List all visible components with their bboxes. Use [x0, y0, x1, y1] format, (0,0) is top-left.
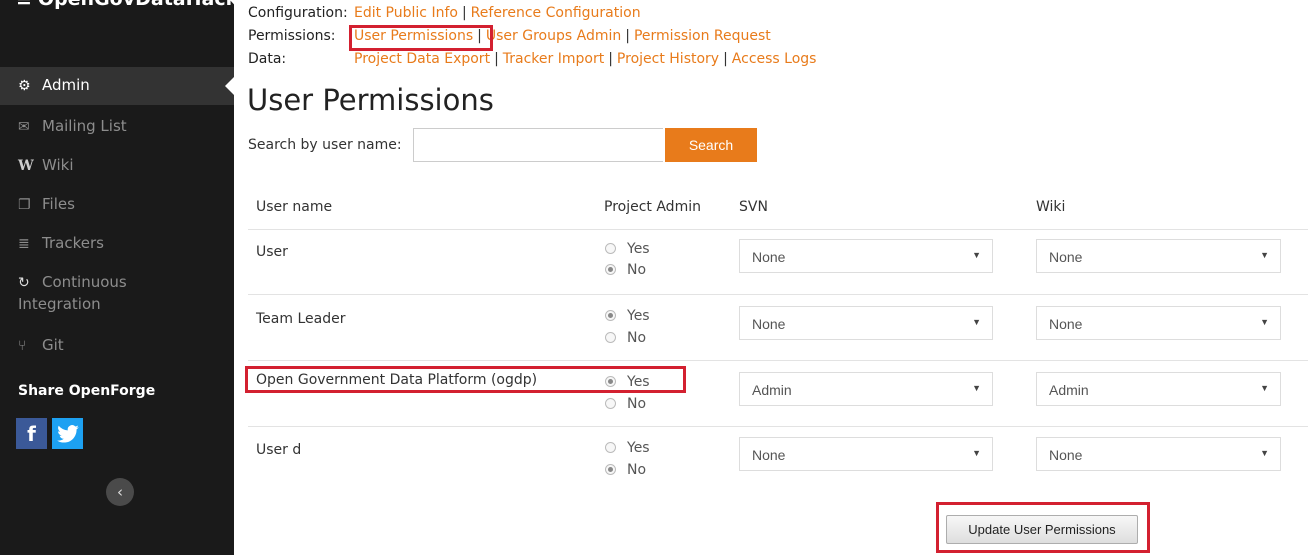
twitter-bird-icon — [56, 424, 79, 443]
radio-circle — [605, 398, 616, 409]
column-header-wiki: Wiki — [1036, 199, 1066, 215]
column-header-svn: SVN — [739, 199, 768, 215]
column-header-project-admin: Project Admin — [604, 199, 701, 215]
share-title: Share OpenForge — [18, 383, 156, 399]
project-admin-yes-radio[interactable]: Yes — [605, 308, 650, 324]
wiki-select[interactable]: None ▼ — [1036, 239, 1281, 273]
collapse-sidebar-button[interactable]: ‹ — [106, 478, 134, 506]
sidebar-item-continuous-integration[interactable]: ↻ Continuous — [18, 273, 127, 291]
sidebar-item-git[interactable]: ⑂ Git — [18, 336, 64, 354]
project-admin-yes-radio[interactable]: Yes — [605, 440, 650, 456]
row-divider — [248, 426, 1308, 427]
caret-down-icon: ▼ — [1260, 383, 1269, 393]
row-divider — [248, 360, 1308, 361]
sidebar-item-admin[interactable]: ⚙ Admin — [18, 76, 90, 94]
envelope-icon: ✉ — [18, 119, 30, 135]
separator: | — [723, 51, 728, 67]
search-label: Search by user name: — [248, 137, 402, 153]
sidebar-item-continuous-integration-line2[interactable]: Integration — [18, 295, 101, 313]
separator: | — [461, 5, 467, 21]
row-divider — [248, 229, 1308, 230]
git-icon: ⑂ — [18, 338, 27, 354]
brand-title[interactable]: ≡OpenGovDataHack — [16, 0, 238, 10]
sidebar-item-files[interactable]: ❐ Files — [18, 195, 75, 213]
radio-circle-checked — [605, 310, 616, 321]
sidebar: ≡OpenGovDataHack ⚙Admin ✉Mailing List WW… — [0, 0, 238, 555]
search-button[interactable]: Search — [665, 128, 757, 162]
access-logs-link[interactable]: Access Logs — [732, 51, 817, 67]
user-groups-admin-link[interactable]: User Groups Admin — [486, 28, 621, 44]
project-data-export-link[interactable]: Project Data Export — [354, 51, 490, 67]
highlight-ogdp-row — [245, 366, 686, 393]
row-divider — [248, 294, 1308, 295]
radio-circle — [605, 442, 616, 453]
radio-circle-checked — [605, 264, 616, 275]
wiki-select[interactable]: Admin ▼ — [1036, 372, 1281, 406]
sidebar-item-wiki[interactable]: W Wiki — [18, 156, 74, 174]
caret-down-icon: ▼ — [1260, 448, 1269, 458]
svn-select[interactable]: None ▼ — [739, 437, 993, 471]
radio-circle — [605, 332, 616, 343]
list-icon: ≣ — [18, 236, 30, 252]
separator: | — [608, 51, 613, 67]
search-input[interactable] — [413, 128, 663, 162]
separator: | — [625, 28, 630, 44]
edit-public-info-link[interactable]: Edit Public Info — [354, 5, 458, 21]
highlight-update-button — [936, 502, 1150, 553]
radio-circle — [605, 243, 616, 254]
wiki-select[interactable]: None ▼ — [1036, 306, 1281, 340]
user-name-cell: Team Leader — [256, 311, 346, 327]
project-admin-no-radio[interactable]: No — [605, 462, 646, 478]
nav-configuration-label: Configuration: — [248, 5, 348, 21]
caret-down-icon: ▼ — [972, 317, 981, 327]
permission-request-link[interactable]: Permission Request — [634, 28, 771, 44]
nav-permissions-label: Permissions: — [248, 28, 336, 44]
wikipedia-icon: W — [18, 158, 34, 174]
sidebar-item-trackers[interactable]: ≣ Trackers — [18, 234, 104, 252]
column-header-user-name: User name — [256, 199, 333, 215]
wiki-select[interactable]: None ▼ — [1036, 437, 1281, 471]
nav-permissions-row: Permissions: User Permissions | User Groups… — [248, 28, 771, 44]
cogs-icon: ⚙ — [18, 78, 31, 94]
page-title: User Permissions — [247, 83, 494, 117]
svn-select[interactable]: None ▼ — [739, 306, 993, 340]
highlight-user-permissions-link — [349, 25, 493, 51]
project-history-link[interactable]: Project History — [617, 51, 719, 67]
sidebar-item-mailing-list[interactable]: ✉ Mailing List — [18, 117, 127, 135]
active-pointer — [225, 77, 234, 95]
nav-data-row: Data: Project Data Export | Tracker Import |… — [248, 51, 816, 67]
files-icon: ❐ — [18, 197, 31, 213]
project-admin-no-radio[interactable]: No — [605, 330, 646, 346]
svn-select[interactable]: None ▼ — [739, 239, 993, 273]
user-name-cell: User d — [256, 442, 302, 458]
caret-down-icon: ▼ — [1260, 317, 1269, 327]
nav-data-label: Data: — [248, 51, 287, 67]
menu-icon[interactable]: ≡ — [16, 0, 32, 10]
radio-circle-checked — [605, 464, 616, 475]
project-admin-no-radio[interactable]: No — [605, 262, 646, 278]
project-admin-no-radio[interactable]: No — [605, 396, 646, 412]
user-name-cell: User — [256, 244, 288, 260]
project-admin-yes-radio[interactable]: Yes — [605, 241, 650, 257]
caret-down-icon: ▼ — [972, 448, 981, 458]
caret-down-icon: ▼ — [972, 383, 981, 393]
tracker-import-link[interactable]: Tracker Import — [503, 51, 604, 67]
refresh-icon: ↻ — [18, 275, 30, 291]
caret-down-icon: ▼ — [972, 250, 981, 260]
svn-select[interactable]: Admin ▼ — [739, 372, 993, 406]
caret-down-icon: ▼ — [1260, 250, 1269, 260]
reference-configuration-link[interactable]: Reference Configuration — [471, 5, 641, 21]
facebook-icon[interactable]: f — [16, 418, 47, 449]
separator: | — [494, 51, 499, 67]
nav-configuration-row: Configuration: Edit Public Info | Reference… — [248, 5, 641, 21]
twitter-icon[interactable] — [52, 418, 83, 449]
